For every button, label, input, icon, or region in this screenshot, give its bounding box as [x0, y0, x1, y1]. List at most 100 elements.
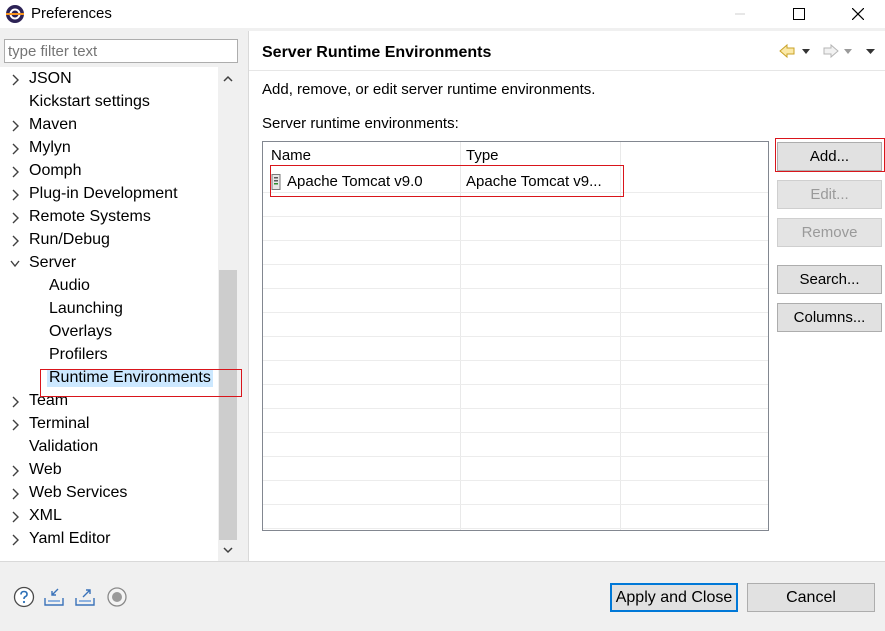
- footer-separator: [0, 561, 885, 562]
- apply-and-close-button[interactable]: Apply and Close: [610, 583, 738, 612]
- tree-scrollbar[interactable]: [218, 67, 238, 561]
- row-gridline: [263, 312, 768, 313]
- tree-item-label: Mylyn: [29, 139, 71, 156]
- back-menu-chevron-icon[interactable]: [802, 49, 810, 54]
- row-gridline: [263, 216, 768, 217]
- row-gridline: [263, 480, 768, 481]
- tree-item-audio[interactable]: Audio: [0, 275, 218, 298]
- tree-item-remote-systems[interactable]: Remote Systems: [0, 206, 218, 229]
- page-navigation: [779, 43, 875, 59]
- runtime-name-cell: Apache Tomcat v9.0: [287, 173, 423, 190]
- minimize-icon: [735, 13, 745, 15]
- row-gridline: [263, 528, 768, 529]
- chevron-right-icon[interactable]: [10, 465, 20, 477]
- remove-button[interactable]: Remove: [777, 218, 882, 247]
- cancel-button[interactable]: Cancel: [747, 583, 875, 612]
- view-menu-icon[interactable]: [866, 49, 875, 54]
- tree-item-label: Kickstart settings: [29, 93, 150, 110]
- maximize-icon: [793, 8, 805, 20]
- chevron-right-icon[interactable]: [10, 419, 20, 431]
- import-icon[interactable]: [43, 586, 65, 608]
- chevron-right-icon[interactable]: [10, 396, 20, 408]
- forward-menu-chevron-icon[interactable]: [844, 49, 852, 54]
- chevron-right-icon[interactable]: [10, 166, 20, 178]
- tree-item-run-debug[interactable]: Run/Debug: [0, 229, 218, 252]
- tree-item-plug-in-development[interactable]: Plug-in Development: [0, 183, 218, 206]
- tree-item-validation[interactable]: Validation: [0, 436, 218, 459]
- server-runtime-icon: [271, 174, 281, 190]
- tree-item-team[interactable]: Team: [0, 390, 218, 413]
- back-arrow-icon[interactable]: [779, 43, 795, 59]
- row-gridline: [263, 192, 768, 193]
- row-gridline: [263, 432, 768, 433]
- tree-item-xml[interactable]: XML: [0, 505, 218, 528]
- chevron-right-icon[interactable]: [10, 143, 20, 155]
- row-gridline: [263, 408, 768, 409]
- tree-item-oomph[interactable]: Oomph: [0, 160, 218, 183]
- tree-item-label: Web: [29, 461, 62, 478]
- tree-item-terminal[interactable]: Terminal: [0, 413, 218, 436]
- export-icon[interactable]: [74, 586, 96, 608]
- filter-input[interactable]: [4, 39, 238, 63]
- chevron-right-icon[interactable]: [10, 511, 20, 523]
- chevron-right-icon[interactable]: [10, 74, 20, 86]
- tree-item-label: Team: [29, 392, 69, 409]
- page-description: Add, remove, or edit server runtime envi…: [262, 81, 596, 98]
- tree-item-label: Plug-in Development: [29, 185, 178, 202]
- column-header-type[interactable]: Type: [466, 147, 499, 164]
- row-gridline: [263, 336, 768, 337]
- chevron-right-icon[interactable]: [10, 235, 20, 247]
- tree-item-label: Yaml Editor: [29, 530, 111, 547]
- tree-item-mylyn[interactable]: Mylyn: [0, 137, 218, 160]
- chevron-right-icon[interactable]: [10, 189, 20, 201]
- tree-item-overlays[interactable]: Overlays: [0, 321, 218, 344]
- tree-item-kickstart-settings[interactable]: Kickstart settings: [0, 91, 218, 114]
- chevron-right-icon[interactable]: [10, 120, 20, 132]
- tree-item-server[interactable]: Server: [0, 252, 218, 275]
- tree-item-label: Audio: [49, 277, 90, 294]
- tree-item-web[interactable]: Web: [0, 459, 218, 482]
- minimize-button[interactable]: [718, 0, 762, 28]
- tree-item-profilers[interactable]: Profilers: [0, 344, 218, 367]
- tree-item-runtime-environments[interactable]: Runtime Environments: [0, 367, 218, 390]
- tree-item-label: Terminal: [29, 415, 90, 432]
- chevron-right-icon[interactable]: [10, 212, 20, 224]
- title-bar: Preferences: [0, 0, 885, 28]
- maximize-button[interactable]: [777, 0, 821, 28]
- tree-item-json[interactable]: JSON: [0, 68, 218, 91]
- runtime-list-label: Server runtime environments:: [262, 115, 459, 132]
- edit-button[interactable]: Edit...: [777, 180, 882, 209]
- search-button[interactable]: Search...: [777, 265, 882, 294]
- tree-item-label: Remote Systems: [29, 208, 151, 225]
- scrollbar-thumb[interactable]: [219, 270, 237, 540]
- tree-item-label: JSON: [29, 70, 72, 87]
- chevron-right-icon[interactable]: [10, 488, 20, 500]
- tree-item-label: Profilers: [49, 346, 108, 363]
- runtime-table[interactable]: Name Type Apache Tomcat v9.0 Apache Tomc…: [262, 141, 769, 531]
- chevron-right-icon[interactable]: [10, 534, 20, 546]
- scroll-up-icon[interactable]: [222, 73, 234, 85]
- scroll-down-icon[interactable]: [222, 544, 234, 556]
- tree-item-yaml-editor[interactable]: Yaml Editor: [0, 528, 218, 551]
- tree-item-web-services[interactable]: Web Services: [0, 482, 218, 505]
- tree-item-label: Maven: [29, 116, 78, 133]
- tree-item-launching[interactable]: Launching: [0, 298, 218, 321]
- close-button[interactable]: [836, 0, 880, 28]
- row-gridline: [263, 240, 768, 241]
- row-gridline: [263, 288, 768, 289]
- column-header-name[interactable]: Name: [271, 147, 311, 164]
- preference-tree: JSON Kickstart settings Maven Mylyn Oomph Plu…: [0, 67, 218, 561]
- tree-item-label: Runtime Environments: [47, 369, 213, 387]
- chevron-down-icon[interactable]: [10, 258, 20, 270]
- forward-arrow-icon[interactable]: [823, 43, 839, 59]
- tree-item-label: Overlays: [49, 323, 113, 340]
- add-button[interactable]: Add...: [777, 142, 882, 171]
- row-gridline: [263, 456, 768, 457]
- row-gridline: [263, 384, 768, 385]
- help-icon[interactable]: [13, 586, 35, 608]
- eclipse-app-icon: [6, 5, 24, 23]
- record-icon[interactable]: [106, 586, 128, 608]
- tree-item-maven[interactable]: Maven: [0, 114, 218, 137]
- tree-item-label: Run/Debug: [29, 231, 110, 248]
- columns-button[interactable]: Columns...: [777, 303, 882, 332]
